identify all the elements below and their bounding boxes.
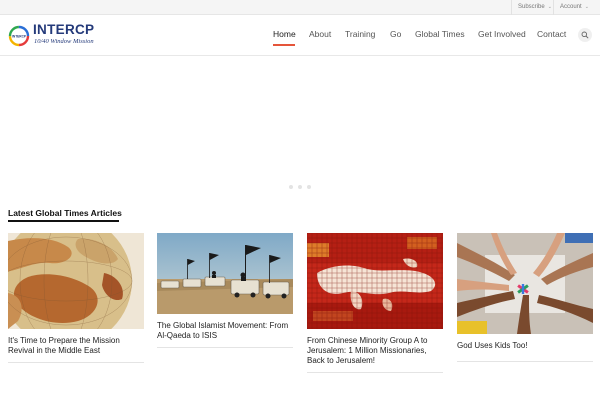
nav-item-about[interactable]: About bbox=[309, 29, 331, 39]
utility-bar: Subscribe ⌄ Account ⌄ bbox=[0, 0, 600, 15]
search-icon bbox=[581, 31, 589, 39]
site-logo[interactable]: INTERCP INTERCP 10/40 Window Mission bbox=[8, 22, 118, 51]
card-divider bbox=[8, 362, 144, 363]
brand-tagline: 10/40 Window Mission bbox=[34, 38, 94, 45]
site-header: INTERCP INTERCP 10/40 Window Mission Hom… bbox=[0, 15, 600, 56]
card-divider bbox=[457, 361, 593, 362]
account-label: Account bbox=[560, 4, 582, 10]
slider-dot[interactable] bbox=[307, 185, 311, 189]
globe-photo[interactable] bbox=[8, 233, 144, 329]
article-card[interactable]: From Chinese Minority Group A to Jerusal… bbox=[307, 233, 443, 373]
nav-item-go[interactable]: Go bbox=[390, 29, 401, 39]
active-nav-indicator bbox=[273, 44, 295, 46]
card-divider bbox=[157, 347, 293, 348]
mosaic-map-photo[interactable] bbox=[307, 233, 443, 329]
article-card[interactable]: It's Time to Prepare the Mission Revival… bbox=[8, 233, 144, 363]
article-title[interactable]: It's Time to Prepare the Mission Revival… bbox=[8, 336, 144, 356]
chevron-down-icon: ⌄ bbox=[547, 4, 552, 10]
hero-slider bbox=[0, 56, 600, 191]
section-title: Latest Global Times Articles bbox=[8, 208, 122, 218]
nav-item-global-times[interactable]: Global Times bbox=[415, 29, 465, 39]
nav-item-home[interactable]: Home bbox=[273, 29, 296, 39]
slider-dot[interactable] bbox=[298, 185, 302, 189]
section-title-underline bbox=[8, 220, 119, 222]
search-button[interactable] bbox=[578, 28, 592, 42]
article-card[interactable]: The Global Islamist Movement: From Al-Qa… bbox=[157, 233, 293, 348]
convoy-photo[interactable] bbox=[157, 233, 293, 314]
article-card[interactable]: God Uses Kids Too! bbox=[457, 233, 593, 362]
article-title[interactable]: God Uses Kids Too! bbox=[457, 341, 593, 351]
nav-item-get-involved[interactable]: Get Involved bbox=[478, 29, 526, 39]
article-title[interactable]: The Global Islamist Movement: From Al-Qa… bbox=[157, 321, 293, 341]
article-title[interactable]: From Chinese Minority Group A to Jerusal… bbox=[307, 336, 443, 366]
account-menu[interactable]: Account ⌄ bbox=[553, 0, 600, 15]
subscribe-label: Subscribe bbox=[518, 4, 545, 10]
logo-ring-icon: INTERCP bbox=[8, 25, 30, 47]
card-divider bbox=[307, 372, 443, 373]
svg-text:INTERCP: INTERCP bbox=[12, 35, 27, 39]
slider-dot[interactable] bbox=[289, 185, 293, 189]
chevron-down-icon: ⌄ bbox=[584, 4, 589, 10]
nav-item-contact[interactable]: Contact bbox=[537, 29, 566, 39]
subscribe-menu[interactable]: Subscribe ⌄ bbox=[511, 0, 552, 15]
children-hands-photo[interactable] bbox=[457, 233, 593, 334]
brand-name: INTERCP bbox=[33, 22, 95, 37]
nav-item-training[interactable]: Training bbox=[345, 29, 375, 39]
